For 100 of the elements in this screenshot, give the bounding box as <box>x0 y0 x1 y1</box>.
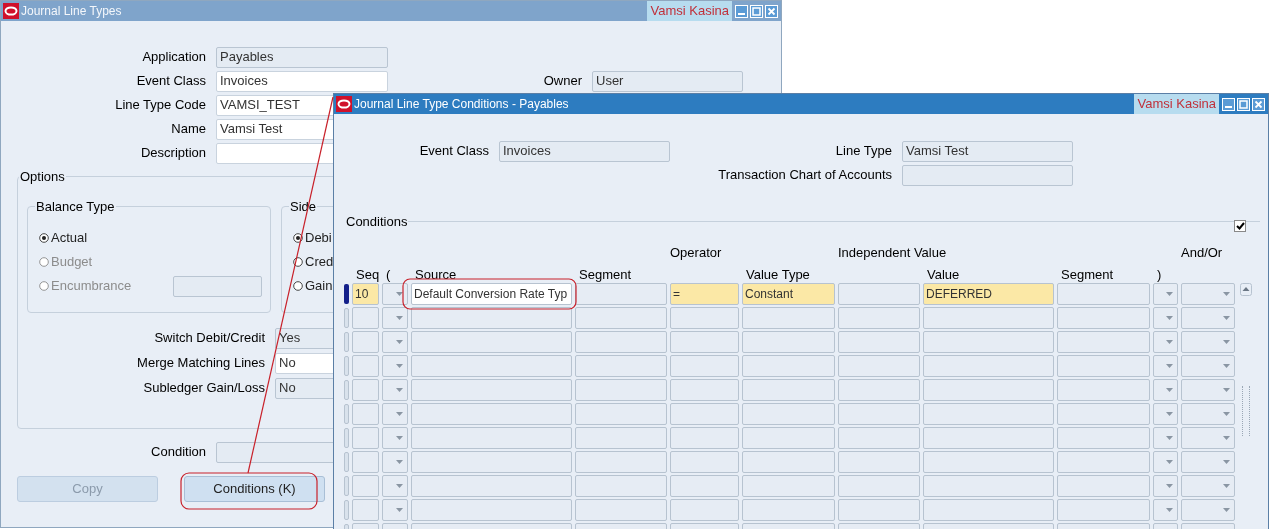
close-icon[interactable] <box>765 4 778 18</box>
dropdown-field[interactable] <box>1181 306 1235 329</box>
dropdown-field[interactable] <box>1153 282 1178 305</box>
table-cell-field[interactable] <box>670 306 739 329</box>
table-cell-field[interactable] <box>838 426 920 449</box>
scroll-up-icon[interactable] <box>1239 282 1252 296</box>
table-cell-field[interactable] <box>352 354 379 377</box>
table-cell-field[interactable] <box>411 354 572 377</box>
dropdown-field[interactable] <box>382 306 408 329</box>
dropdown-field[interactable] <box>382 354 408 377</box>
text-field[interactable] <box>902 164 1073 186</box>
table-cell-field[interactable] <box>923 306 1054 329</box>
checkbox[interactable] <box>1234 219 1246 232</box>
table-cell-field[interactable] <box>352 450 379 473</box>
table-cell-field[interactable] <box>575 402 667 425</box>
dropdown-field[interactable] <box>1153 450 1178 473</box>
text-field[interactable]: User <box>592 70 743 92</box>
dropdown-field[interactable] <box>1181 354 1235 377</box>
text-field[interactable]: Vamsi Test <box>902 140 1073 162</box>
dropdown-field[interactable] <box>382 330 408 353</box>
table-cell-field[interactable] <box>838 450 920 473</box>
maximize-icon[interactable] <box>750 4 763 18</box>
dropdown-field[interactable] <box>382 378 408 401</box>
table-cell-field[interactable] <box>575 354 667 377</box>
table-cell-field[interactable] <box>670 474 739 497</box>
table-cell-field[interactable] <box>352 378 379 401</box>
table-cell-field[interactable] <box>411 450 572 473</box>
table-cell-field[interactable] <box>670 450 739 473</box>
record-indicator[interactable] <box>344 283 349 304</box>
table-cell-field[interactable] <box>352 474 379 497</box>
dropdown-field[interactable] <box>1181 498 1235 521</box>
table-cell-field[interactable] <box>411 474 572 497</box>
table-cell-field[interactable]: = <box>670 282 739 305</box>
close-icon[interactable] <box>1252 97 1265 111</box>
table-cell-field[interactable] <box>742 450 835 473</box>
table-cell-field[interactable] <box>411 498 572 521</box>
table-cell-field[interactable] <box>838 306 920 329</box>
dropdown-field[interactable] <box>382 402 408 425</box>
minimize-icon[interactable] <box>735 4 748 18</box>
table-cell-field[interactable]: 10 <box>352 282 379 305</box>
table-cell-field[interactable] <box>923 450 1054 473</box>
radio-button[interactable] <box>293 281 303 291</box>
table-cell-field[interactable] <box>352 402 379 425</box>
minimize-icon[interactable] <box>1222 97 1235 111</box>
table-cell-field[interactable] <box>670 498 739 521</box>
dropdown-field[interactable] <box>1153 498 1178 521</box>
table-cell-field[interactable] <box>575 282 667 305</box>
dropdown-field[interactable] <box>1153 354 1178 377</box>
table-cell-field[interactable] <box>352 426 379 449</box>
table-cell-field[interactable] <box>838 474 920 497</box>
table-cell-field[interactable] <box>1057 378 1150 401</box>
table-cell-field[interactable] <box>742 426 835 449</box>
table-cell-field[interactable] <box>742 402 835 425</box>
table-cell-field[interactable] <box>838 330 920 353</box>
dropdown-field[interactable] <box>382 474 408 497</box>
table-cell-field[interactable] <box>1057 282 1150 305</box>
table-cell-field[interactable] <box>923 402 1054 425</box>
table-cell-field[interactable] <box>411 330 572 353</box>
table-cell-field[interactable] <box>838 402 920 425</box>
table-cell-field[interactable] <box>923 474 1054 497</box>
table-cell-field[interactable] <box>742 474 835 497</box>
table-cell-field[interactable] <box>742 330 835 353</box>
table-cell-field[interactable] <box>670 354 739 377</box>
table-cell-field[interactable] <box>838 282 920 305</box>
scrollbar-grip[interactable] <box>1241 385 1250 436</box>
table-cell-field[interactable]: DEFERRED <box>923 282 1054 305</box>
table-cell-field[interactable] <box>1057 498 1150 521</box>
text-field[interactable]: Invoices <box>216 70 388 92</box>
table-cell-field[interactable] <box>352 498 379 521</box>
radio-button[interactable] <box>39 233 49 243</box>
table-cell-field[interactable] <box>670 378 739 401</box>
table-cell-field[interactable] <box>1057 474 1150 497</box>
table-cell-field[interactable] <box>670 426 739 449</box>
dropdown-field[interactable] <box>382 282 408 305</box>
table-cell-field[interactable] <box>575 426 667 449</box>
table-cell-field[interactable] <box>742 498 835 521</box>
dropdown-field[interactable] <box>382 426 408 449</box>
action-button[interactable]: Conditions (K) <box>184 476 325 502</box>
table-cell-field[interactable] <box>838 378 920 401</box>
dropdown-field[interactable] <box>382 498 408 521</box>
text-field[interactable]: Payables <box>216 46 388 68</box>
table-cell-field[interactable] <box>923 498 1054 521</box>
table-cell-field[interactable] <box>742 306 835 329</box>
table-cell-field[interactable] <box>670 402 739 425</box>
table-cell-field[interactable] <box>352 306 379 329</box>
table-cell-field[interactable] <box>1057 450 1150 473</box>
dropdown-field[interactable] <box>382 450 408 473</box>
dropdown-field[interactable] <box>1181 426 1235 449</box>
dropdown-field[interactable] <box>1181 450 1235 473</box>
dropdown-field[interactable] <box>1181 378 1235 401</box>
dropdown-field[interactable] <box>1153 378 1178 401</box>
dropdown-field[interactable] <box>1181 402 1235 425</box>
table-cell-field[interactable] <box>670 330 739 353</box>
table-cell-field[interactable] <box>1057 354 1150 377</box>
table-cell-field[interactable] <box>575 378 667 401</box>
table-cell-field[interactable] <box>838 498 920 521</box>
table-cell-field[interactable]: Constant <box>742 282 835 305</box>
dropdown-field[interactable] <box>1153 402 1178 425</box>
table-cell-field[interactable] <box>838 354 920 377</box>
table-cell-field[interactable] <box>923 354 1054 377</box>
